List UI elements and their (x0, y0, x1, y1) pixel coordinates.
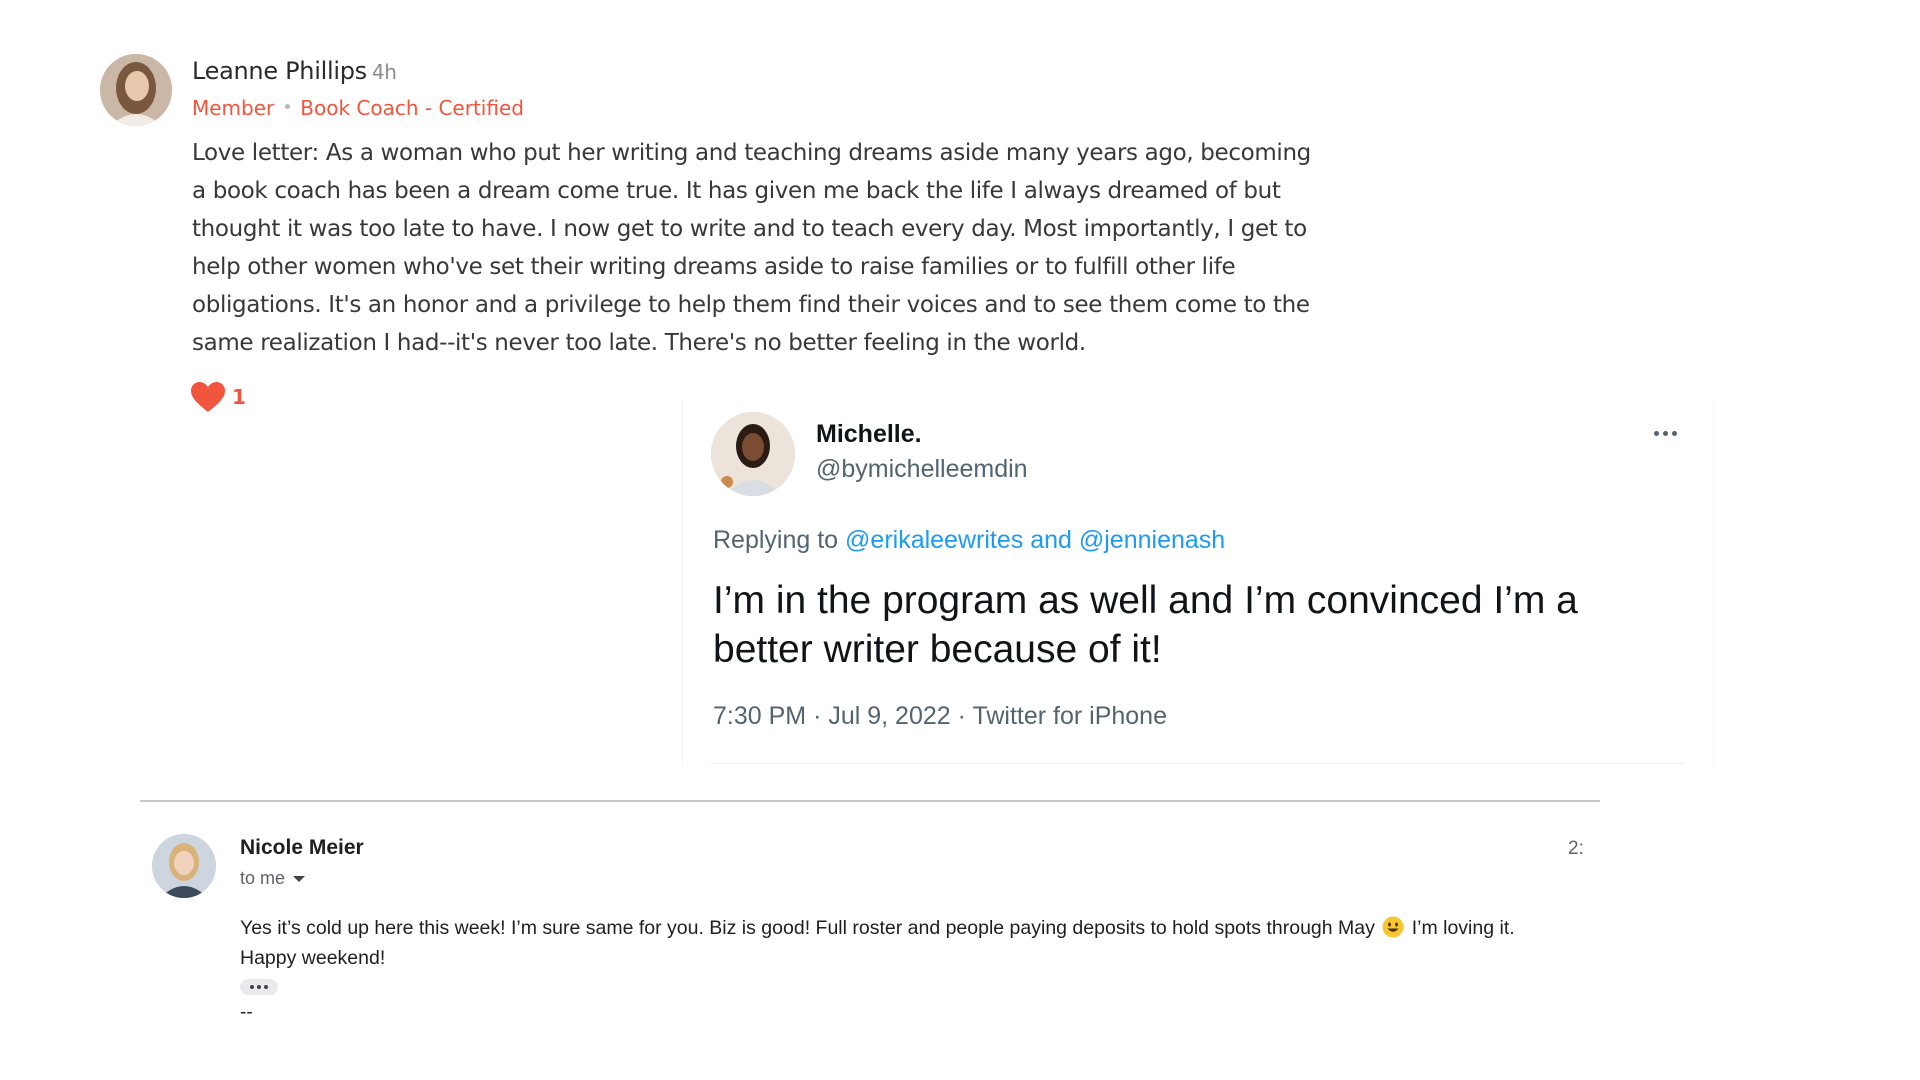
smiley-face-icon (1382, 916, 1404, 938)
more-options-button[interactable] (1645, 418, 1685, 448)
like-button[interactable]: 1 (190, 381, 246, 413)
heart-icon (191, 382, 225, 412)
author-name[interactable]: Leanne Phillips (192, 57, 367, 85)
tweet-date[interactable]: Jul 9, 2022 (828, 702, 950, 730)
author-roles: Member Book Coach - Certified (192, 96, 524, 120)
recipient-label: to me (240, 868, 286, 888)
meta-separator: · (957, 702, 966, 730)
tweet-time[interactable]: 7:30 PM (713, 702, 806, 730)
community-post: Leanne Phillips 4h Member Book Coach - Cer… (100, 54, 1400, 414)
tweet-author-handle[interactable]: @bymichelleemdin (816, 455, 1028, 484)
email-message: Nicole Meier 2: to me Yes it’s cold up h… (140, 820, 1600, 1040)
author-line: Leanne Phillips 4h (192, 57, 397, 85)
michelle-avatar-image (711, 412, 795, 496)
tweet-card: Michelle. @bymichelleemdin Replying to @… (682, 400, 1714, 764)
email-body-text: Yes it’s cold up here this week! I’m sur… (240, 917, 1375, 939)
email-body: Yes it’s cold up here this week! I’m sur… (240, 913, 1590, 973)
nicole-avatar-image (152, 834, 216, 898)
replying-to: Replying to @erikaleewrites and @jennien… (713, 526, 1225, 555)
show-trimmed-content-button[interactable] (240, 979, 278, 995)
email-signature: -- (240, 1002, 253, 1023)
recipient-details-toggle[interactable]: to me (240, 868, 306, 889)
meta-separator: · (813, 702, 822, 730)
tweet-text: I’m in the program as well and I’m convi… (713, 579, 1578, 671)
ellipsis-icon (250, 985, 268, 989)
avatar[interactable] (152, 834, 216, 898)
separator-dot (285, 104, 291, 109)
avatar[interactable] (100, 54, 172, 126)
email-body-line: Happy weekend! (240, 947, 386, 969)
section-divider (140, 800, 1600, 802)
tweet-bottom-border (711, 763, 1685, 764)
email-time: 2: (1568, 838, 1584, 859)
tweet-meta: 7:30 PM · Jul 9, 2022 · Twitter for iPho… (713, 702, 1167, 731)
role-book-coach: Book Coach - Certified (300, 96, 524, 120)
reaction-count: 1 (232, 385, 246, 409)
chevron-down-icon (293, 875, 306, 882)
post-time: 4h (371, 60, 397, 84)
avatar[interactable] (711, 412, 795, 496)
sender-name[interactable]: Nicole Meier (240, 836, 364, 860)
mention-link[interactable]: @erikaleewrites (845, 526, 1023, 554)
replying-prefix: Replying to (713, 526, 839, 554)
post-body: Love letter: As a woman who put her writ… (192, 140, 1311, 356)
replying-and: and (1030, 526, 1072, 554)
more-options-icon (1653, 430, 1677, 436)
mention-link[interactable]: @jennienash (1079, 526, 1225, 554)
email-body-text: I’m loving it. (1411, 917, 1515, 939)
role-member: Member (192, 96, 275, 120)
leanne-avatar-image (100, 54, 172, 126)
tweet-author-name[interactable]: Michelle. (816, 420, 922, 449)
tweet-source[interactable]: Twitter for iPhone (972, 702, 1167, 730)
